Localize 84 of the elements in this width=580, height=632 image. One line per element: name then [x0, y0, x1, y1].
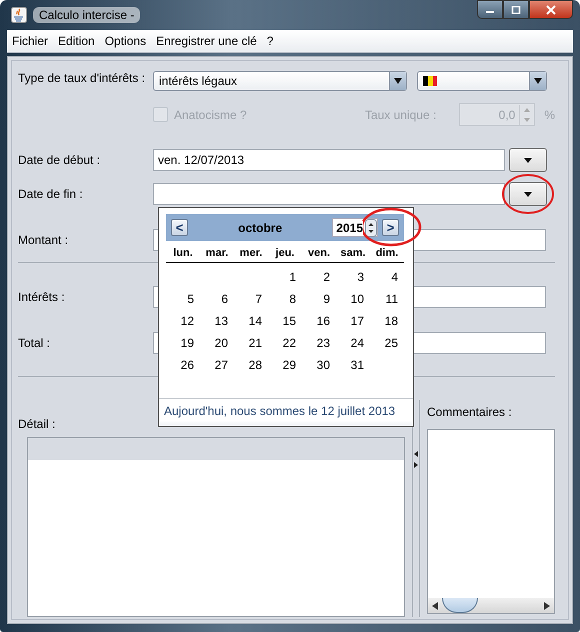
month-label: octobre [237, 220, 284, 234]
maximize-button[interactable] [503, 0, 529, 19]
field-label: Total : [18, 336, 52, 350]
calendar-day[interactable]: 19 [180, 336, 194, 350]
menu-item[interactable]: Options [104, 34, 146, 48]
date-picker-button[interactable] [509, 148, 547, 172]
calendar-day[interactable]: 7 [255, 292, 262, 306]
weekday-label: mar. [204, 247, 230, 259]
calendar-day[interactable]: 5 [187, 292, 194, 306]
calendar-day[interactable]: 1 [289, 270, 296, 284]
calendar-day[interactable]: 24 [350, 336, 364, 350]
rate-type-dropdown[interactable]: intérêts légaux [153, 71, 407, 91]
close-button[interactable] [529, 0, 573, 19]
field-label: Taux unique : [364, 108, 436, 122]
calendar-day[interactable]: 26 [180, 358, 194, 372]
section-label: Détail : [18, 417, 56, 431]
country-dropdown[interactable] [417, 71, 547, 91]
window-title: Calculo intercise - [33, 7, 140, 23]
menu-item[interactable]: Enregistrer une clé [156, 34, 257, 48]
field-label: Montant : [18, 233, 70, 247]
calendar-day[interactable]: 6 [221, 292, 228, 306]
calendar-day[interactable]: 3 [357, 270, 364, 284]
weekday-label: mer. [238, 247, 264, 259]
spinner-arrows-icon [365, 218, 377, 236]
start-date-field[interactable]: ven. 12/07/2013 [153, 149, 505, 171]
minimize-button[interactable] [477, 0, 503, 19]
collapse-arrows-icon [413, 450, 419, 470]
field-label: Date de début : [18, 153, 102, 167]
weekday-label: lun. [172, 247, 194, 259]
maximize-icon [511, 6, 521, 14]
menu-item[interactable]: ? [266, 34, 274, 48]
caret-icon [524, 192, 532, 196]
flag-icon [423, 76, 437, 86]
calendar-day[interactable]: 10 [350, 292, 364, 306]
next-month-button[interactable]: > [382, 219, 399, 236]
caret-icon [524, 158, 532, 162]
calendar-day[interactable]: 18 [384, 314, 398, 328]
scroll-left-icon [431, 602, 439, 610]
calendar-day[interactable]: 22 [282, 336, 296, 350]
close-icon [545, 4, 557, 14]
end-date-field[interactable] [153, 183, 505, 205]
calendar-day[interactable]: 27 [214, 358, 228, 372]
date-picker-button[interactable] [509, 182, 547, 206]
scroll-right-icon [543, 602, 551, 610]
calendar-day[interactable]: 25 [384, 336, 398, 350]
calendar-day[interactable]: 17 [350, 314, 364, 328]
calendar-day[interactable]: 29 [282, 358, 296, 372]
calendar-day[interactable]: 16 [316, 314, 330, 328]
calendar-day[interactable]: 20 [214, 336, 228, 350]
calendar-day[interactable]: 15 [282, 314, 296, 328]
menu-item[interactable]: Fichier [12, 34, 48, 48]
calendar-day[interactable]: 30 [316, 358, 330, 372]
weekday-label: jeu. [274, 247, 296, 259]
caret-icon [394, 78, 402, 84]
caret-icon [534, 78, 542, 84]
field-label: Type de taux d'intérêts : [18, 71, 146, 85]
weekday-label: dim. [374, 247, 400, 259]
field-label: Date de fin : [18, 187, 84, 201]
app-icon [11, 7, 27, 23]
calendar-day[interactable]: 28 [248, 358, 262, 372]
calendar-day[interactable]: 13 [214, 314, 228, 328]
calendar-day[interactable]: 8 [289, 292, 296, 306]
calendar-day[interactable]: 14 [248, 314, 262, 328]
previous-month-button[interactable]: < [171, 219, 188, 236]
checkbox-label: Anatocisme ? [174, 108, 247, 122]
calendar-day[interactable]: 11 [386, 292, 398, 306]
weekday-label: sam. [339, 247, 367, 259]
calendar-day[interactable]: 31 [350, 358, 364, 372]
year-spinner[interactable]: 2015 [332, 218, 378, 237]
section-label: Commentaires : [427, 405, 513, 419]
field-label: Intérêts : [18, 290, 66, 304]
horizontal-scrollbar[interactable] [428, 598, 554, 613]
calendar-day[interactable]: 12 [180, 314, 194, 328]
scroll-thumb[interactable] [442, 598, 478, 613]
unit-label: % [544, 108, 555, 122]
calendar-day[interactable]: 9 [323, 292, 330, 306]
calendar-day[interactable]: 2 [323, 270, 330, 284]
calendar-day[interactable]: 23 [316, 336, 330, 350]
calendar-day[interactable]: 21 [248, 336, 262, 350]
calendar-day[interactable]: 4 [391, 270, 398, 284]
weekday-label: ven. [306, 247, 331, 259]
today-link[interactable]: Aujourd'hui, nous sommes le 12 juillet 2013 [159, 398, 413, 426]
split-divider[interactable] [412, 400, 420, 617]
menu-item[interactable]: Edition [58, 34, 95, 48]
